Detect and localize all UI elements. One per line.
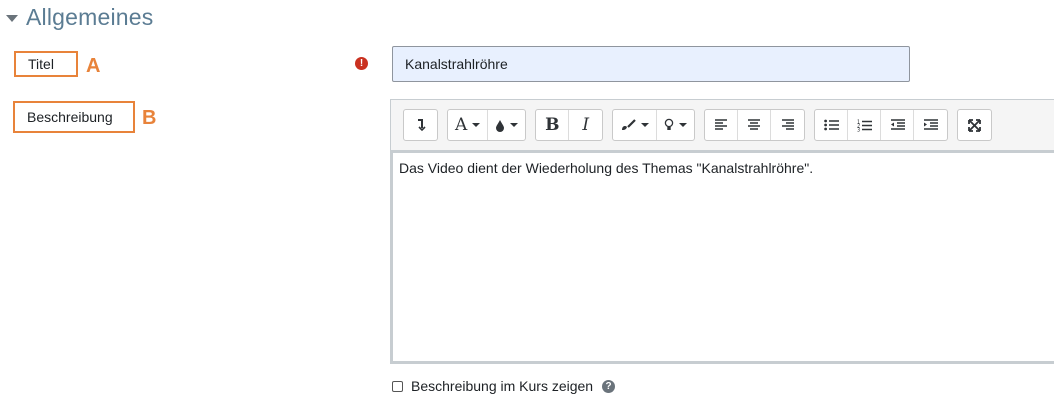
title-label: Titel <box>14 51 78 77</box>
svg-text:3: 3 <box>857 127 860 132</box>
ordered-list-icon: 123 <box>857 119 872 132</box>
fullscreen-button[interactable] <box>958 110 991 140</box>
section-title: Allgemeines <box>26 4 154 30</box>
align-left-icon <box>714 119 728 131</box>
dropdown-caret-icon <box>679 123 688 127</box>
show-in-course-label: Beschreibung im Kurs zeigen <box>411 378 594 394</box>
text-color-button[interactable] <box>488 110 525 140</box>
dropdown-caret-icon <box>472 123 481 127</box>
align-right-icon <box>781 119 795 131</box>
show-in-course-checkbox[interactable] <box>392 380 403 392</box>
toolbar-group: BI <box>535 109 604 141</box>
required-icon: ! <box>355 57 368 70</box>
toolbar-group: A <box>447 109 527 141</box>
toolbar-group <box>612 109 696 141</box>
lightbulb-icon <box>664 118 674 132</box>
italic-button[interactable]: I <box>569 110 602 140</box>
caret-down-icon <box>6 15 18 22</box>
bold-button[interactable]: B <box>536 110 570 140</box>
italic-icon: I <box>582 115 590 135</box>
show-in-course-row: Beschreibung im Kurs zeigen ? <box>392 378 616 394</box>
editor-toolbar: ABI123 <box>403 109 1001 141</box>
description-editor: ABI123 Das Video dient der Wiederholung … <box>390 99 1054 364</box>
indent-icon <box>923 119 939 131</box>
align-center-icon <box>747 119 761 131</box>
title-annotation-marker: A <box>86 55 101 77</box>
help-icon[interactable]: ? <box>602 379 616 393</box>
font-style-icon: A <box>455 115 468 135</box>
ordered-list-button[interactable]: 123 <box>848 110 882 140</box>
toolbar-toggle-button[interactable] <box>404 110 437 140</box>
indent-button[interactable] <box>914 110 947 140</box>
description-annotation-marker: B <box>142 107 157 129</box>
lightbulb-button[interactable] <box>657 110 694 140</box>
fullscreen-icon <box>968 118 982 132</box>
description-content-area[interactable]: Das Video dient der Wiederholung des The… <box>390 150 1054 364</box>
toolbar-group <box>704 109 806 141</box>
toolbar-group <box>957 109 993 141</box>
unordered-list-button[interactable] <box>815 110 849 140</box>
align-left-button[interactable] <box>705 110 739 140</box>
outdent-icon <box>890 119 905 131</box>
unordered-list-icon <box>823 119 839 131</box>
align-right-button[interactable] <box>771 110 804 140</box>
title-input[interactable] <box>392 46 910 82</box>
paint-brush-icon <box>620 119 637 131</box>
toolbar-group: 123 <box>814 109 949 141</box>
outdent-button[interactable] <box>881 110 915 140</box>
paint-brush-button[interactable] <box>613 110 658 140</box>
text-color-icon <box>495 119 505 132</box>
description-label: Beschreibung <box>13 101 135 133</box>
bold-icon: B <box>545 115 560 135</box>
font-style-button[interactable]: A <box>448 110 489 140</box>
toolbar-toggle-icon <box>415 118 427 132</box>
toolbar-group <box>403 109 438 141</box>
section-header-allgemeines[interactable]: Allgemeines <box>6 4 154 31</box>
dropdown-caret-icon <box>641 123 650 127</box>
align-center-button[interactable] <box>738 110 772 140</box>
dropdown-caret-icon <box>510 123 519 127</box>
